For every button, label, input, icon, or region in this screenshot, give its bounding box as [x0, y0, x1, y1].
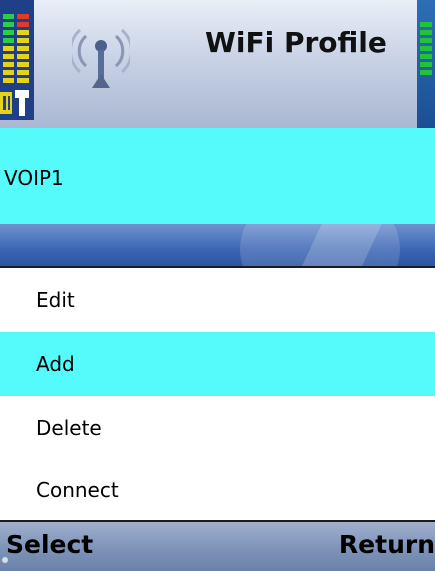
- menu-item-label: Delete: [36, 416, 102, 440]
- options-menu: Edit Add Delete Connect: [0, 266, 435, 522]
- signal-strength-icon: [3, 14, 29, 86]
- return-softkey[interactable]: Return: [339, 530, 435, 559]
- status-indicators: [0, 0, 34, 120]
- menu-item-label: Add: [36, 352, 75, 376]
- decorative-strip: [0, 224, 435, 266]
- menu-item-edit[interactable]: Edit: [0, 268, 435, 332]
- header-bar: WiFi Profile: [0, 0, 435, 129]
- page-title: WiFi Profile: [205, 26, 387, 59]
- menu-item-delete[interactable]: Delete: [0, 396, 435, 460]
- wifi-antenna-icon: [69, 22, 133, 92]
- menu-item-connect[interactable]: Connect: [0, 458, 435, 522]
- right-status-indicator: [417, 0, 435, 128]
- softkey-bar: Select Return: [0, 522, 435, 571]
- menu-item-label: Connect: [36, 478, 119, 502]
- screen: WiFi Profile VOIP1 Edit Add Delete Conne…: [0, 0, 435, 571]
- menu-item-add[interactable]: Add: [0, 332, 435, 396]
- battery-icon: [0, 88, 34, 120]
- profile-name: VOIP1: [4, 166, 64, 190]
- select-softkey[interactable]: Select: [6, 530, 93, 559]
- menu-item-label: Edit: [36, 288, 75, 312]
- profile-list-item[interactable]: VOIP1: [0, 128, 435, 224]
